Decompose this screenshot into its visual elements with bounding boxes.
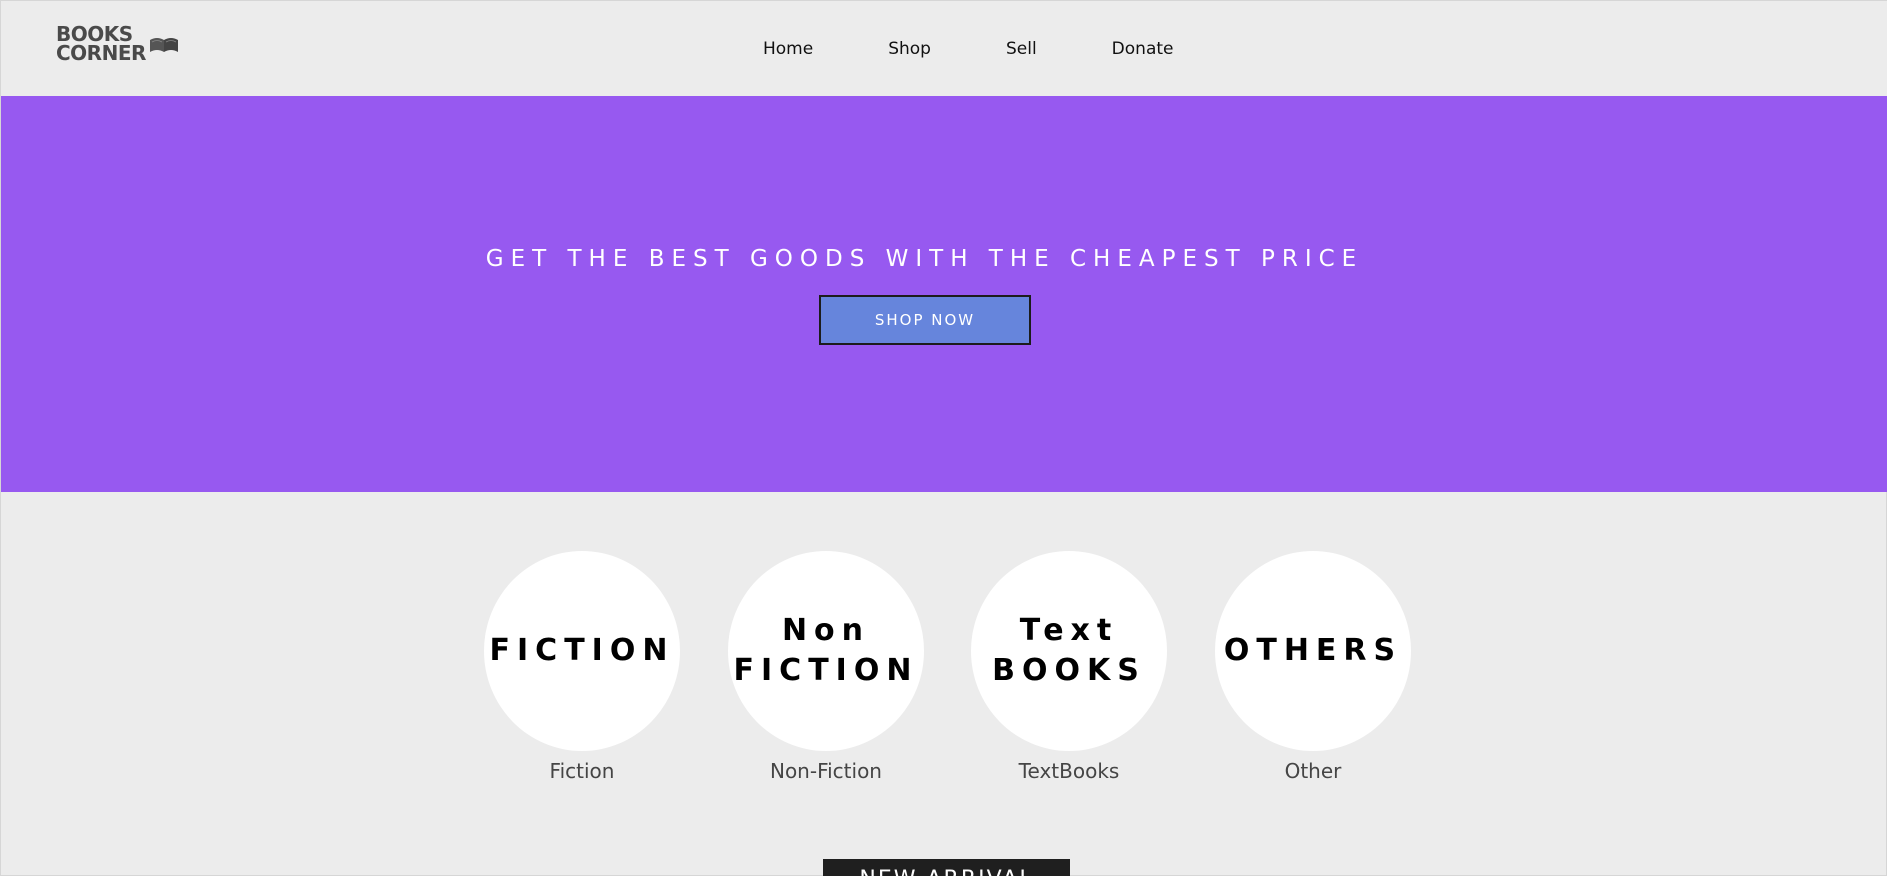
- category-label[interactable]: Fiction: [484, 759, 680, 783]
- category-circle-text: Text: [1019, 613, 1119, 648]
- shop-now-button[interactable]: SHOP NOW: [819, 295, 1031, 345]
- category-circle[interactable]: Text BOOKS: [971, 551, 1167, 751]
- hero-title-row: GET THE BEST GOODS WITH THE CHEAPEST PRI…: [1, 246, 1887, 272]
- nav-donate[interactable]: Donate: [1112, 39, 1174, 59]
- category-circle[interactable]: FICTION: [484, 551, 680, 751]
- category-circle-text: FICTION: [733, 653, 919, 688]
- site-logo[interactable]: BOOKS CORNER: [56, 24, 179, 65]
- hero-banner: GET THE BEST GOODS WITH THE CHEAPEST PRI…: [1, 96, 1887, 492]
- category-textbooks[interactable]: Text BOOKS TextBooks: [971, 551, 1167, 783]
- category-label[interactable]: Non-Fiction: [728, 759, 924, 783]
- nav-sell[interactable]: Sell: [1006, 39, 1037, 59]
- category-circle-text: BOOKS: [992, 653, 1146, 688]
- category-fiction[interactable]: FICTION Fiction: [484, 551, 680, 783]
- nav-home[interactable]: Home: [763, 39, 813, 59]
- nav-shop[interactable]: Shop: [888, 39, 931, 59]
- category-circle-text: OTHERS: [1223, 633, 1403, 668]
- open-book-icon: [149, 38, 178, 52]
- category-non-fiction[interactable]: Non FICTION Non-Fiction: [728, 551, 924, 783]
- site-header: BOOKS CORNER Home Shop Sell Donate: [1, 1, 1887, 96]
- logo-text: BOOKS CORNER: [56, 24, 146, 65]
- logo-line-2: CORNER: [56, 41, 146, 65]
- category-circle[interactable]: Non FICTION: [728, 551, 924, 751]
- category-other[interactable]: OTHERS Other: [1215, 551, 1411, 783]
- category-circle[interactable]: OTHERS: [1215, 551, 1411, 751]
- category-label[interactable]: Other: [1215, 759, 1411, 783]
- new-arrival-button[interactable]: NEW ARRIVAL: [823, 859, 1070, 876]
- hero-title: GET THE BEST GOODS WITH THE CHEAPEST PRI…: [485, 246, 1364, 272]
- category-circle-text: FICTION: [489, 633, 675, 668]
- page: BOOKS CORNER Home Shop Sell Donate GET T…: [0, 0, 1887, 876]
- category-circle-text: Non: [781, 613, 871, 648]
- category-label[interactable]: TextBooks: [971, 759, 1167, 783]
- main-nav: Home Shop Sell Donate: [763, 39, 1173, 59]
